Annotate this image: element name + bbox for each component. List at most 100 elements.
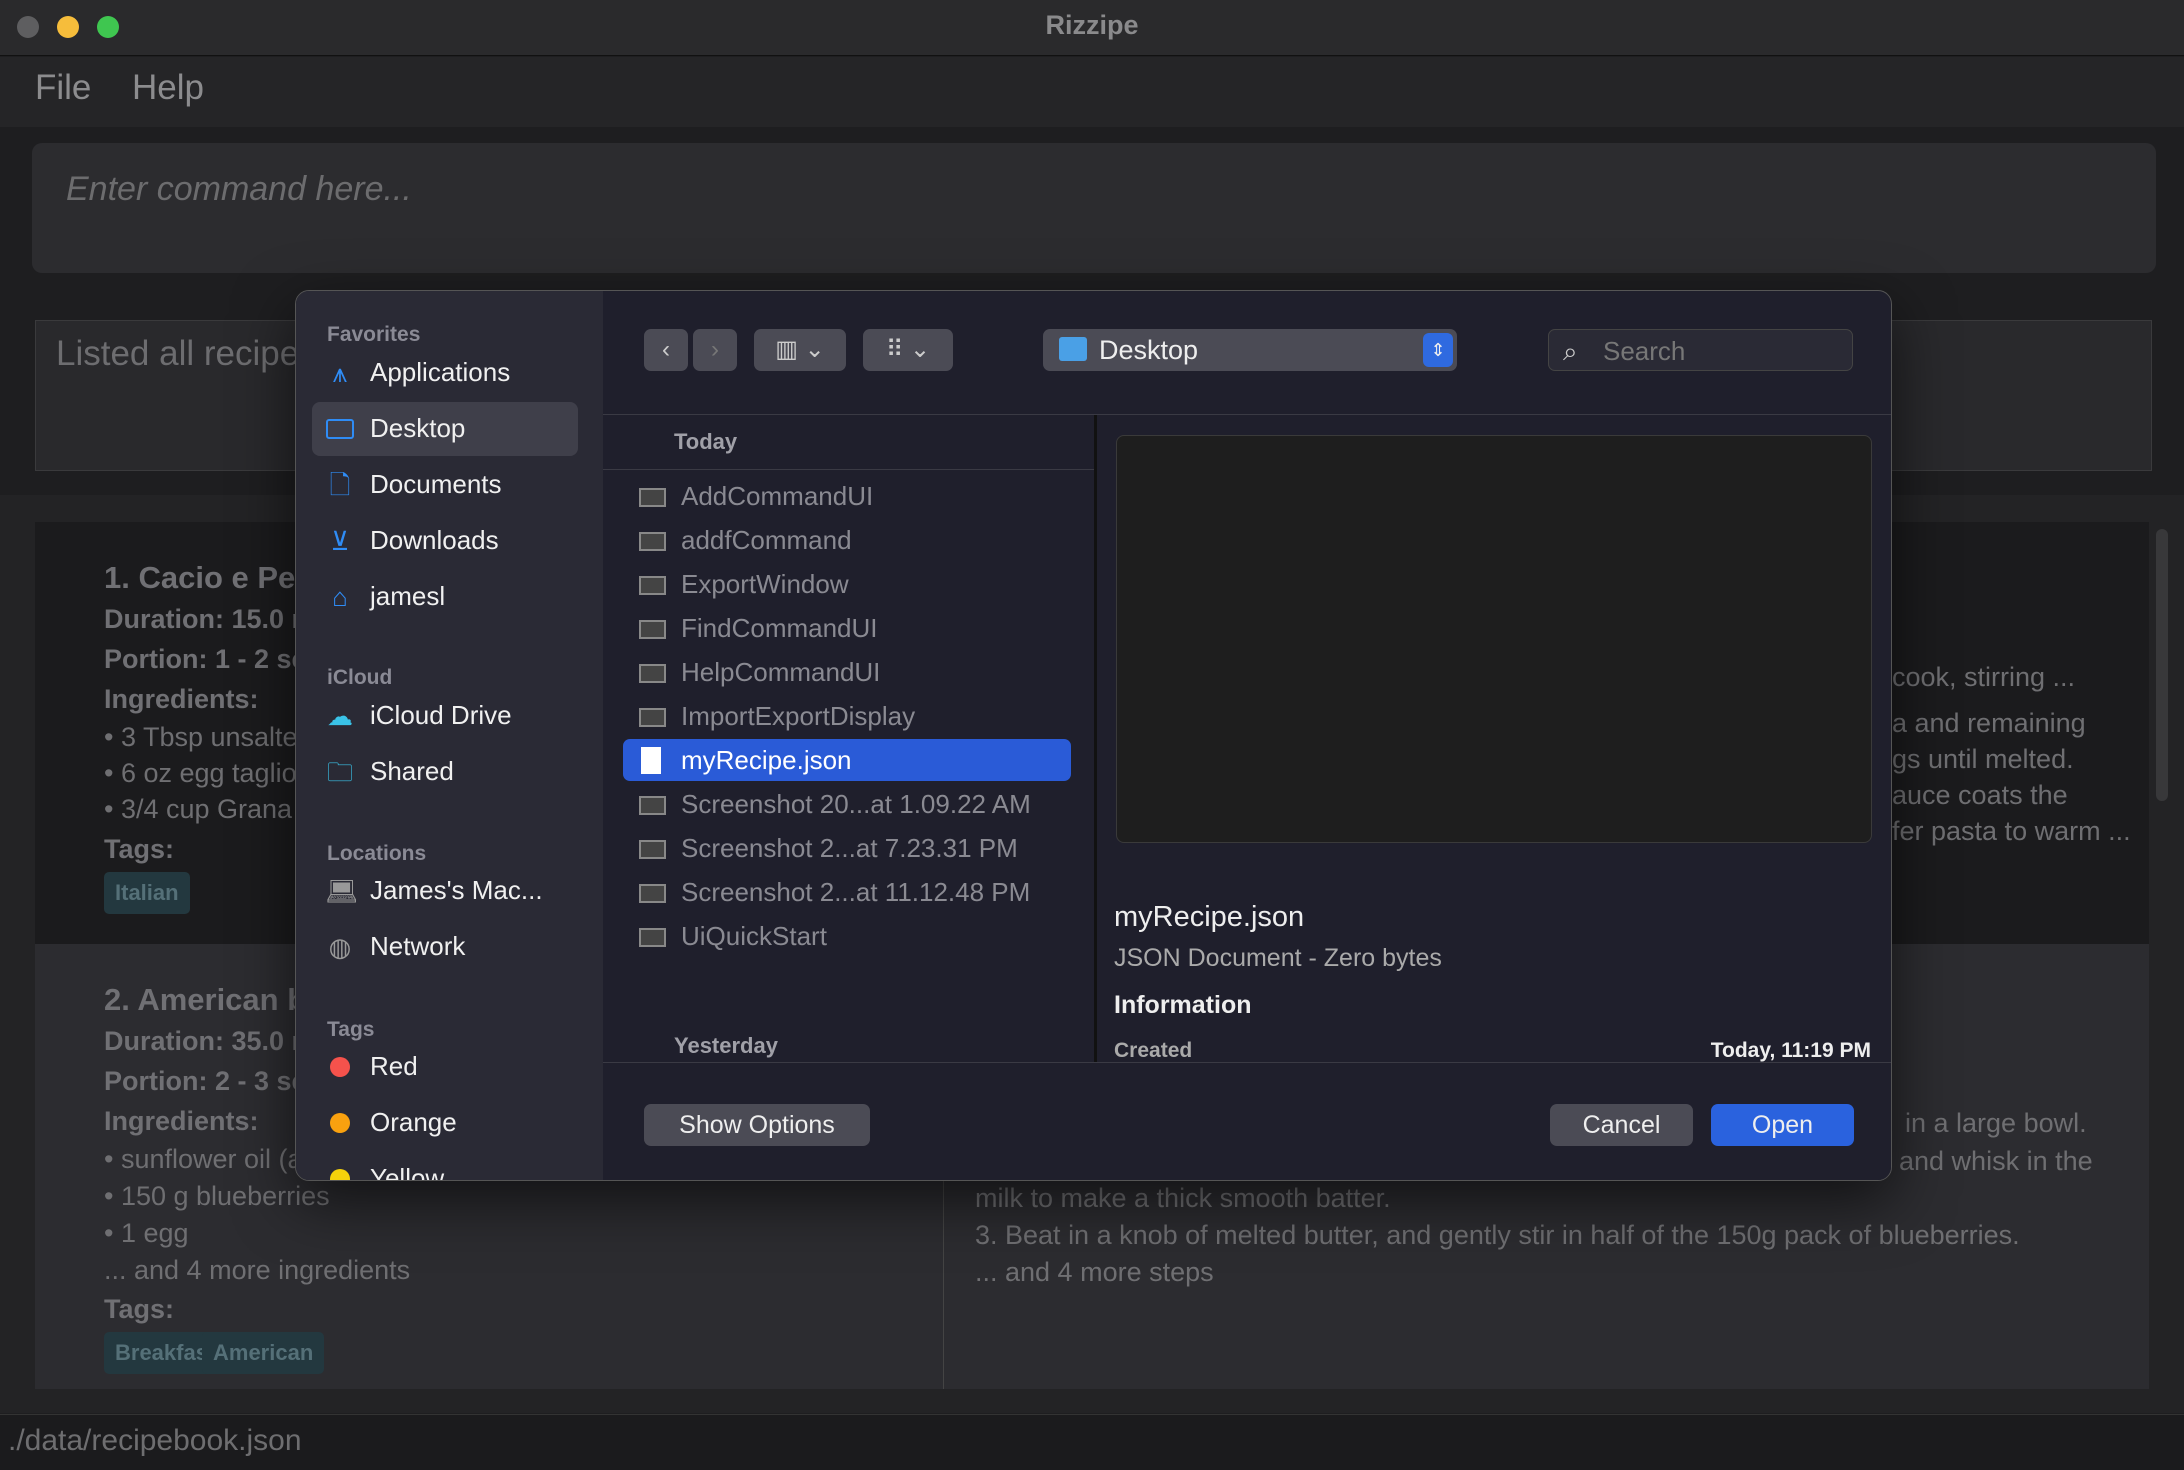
title-bar: Rizzipe: [0, 0, 2184, 56]
shared-folder-icon: 🗀: [326, 757, 353, 787]
file-row[interactable]: UiQuickStart: [623, 915, 1071, 957]
image-file-icon: [639, 664, 666, 683]
sidebar-item-home[interactable]: ⌂ jamesl: [312, 570, 578, 624]
chevron-updown-icon: ⇕: [1423, 333, 1453, 367]
command-placeholder: Enter command here...: [66, 170, 412, 208]
back-button[interactable]: ‹: [644, 329, 688, 371]
today-header: Today: [674, 429, 738, 454]
sidebar-tag-red[interactable]: Red: [312, 1040, 578, 1094]
search-input[interactable]: ⌕ Search: [1548, 329, 1853, 371]
forward-button[interactable]: ›: [693, 329, 737, 371]
cloud-icon: ☁: [327, 701, 353, 731]
step-text: in a large bowl.: [1905, 1108, 2087, 1138]
image-file-icon: [639, 576, 666, 595]
preview-thumbnail: [1116, 435, 1872, 843]
step-text: ... and 4 more steps: [975, 1257, 1214, 1287]
tags-header: Tags: [327, 1018, 375, 1041]
sidebar-item-documents[interactable]: 🗋 Documents: [312, 458, 578, 512]
step-text: auce coats the: [1892, 780, 2068, 810]
grid-icon: ⠿ ⌄: [885, 336, 931, 363]
created-value: Today, 11:19 PM: [1710, 1039, 1871, 1062]
file-row[interactable]: Screenshot 2...at 7.23.31 PM: [623, 827, 1071, 869]
image-file-icon: [639, 620, 666, 639]
tags-label: Tags:: [104, 1294, 175, 1324]
file-path: ./data/recipebook.json: [8, 1424, 302, 1457]
step-text: a and remaining: [1892, 708, 2086, 738]
file-row[interactable]: FindCommandUI: [623, 607, 1071, 649]
document-file-icon: [641, 747, 661, 774]
ingredients-label: Ingredients:: [104, 684, 259, 714]
applications-icon: ⩚: [332, 358, 348, 388]
file-row[interactable]: Screenshot 2...at 11.12.48 PM: [623, 871, 1071, 913]
more-ingredients: ... and 4 more ingredients: [104, 1255, 411, 1285]
group-button[interactable]: ⠿ ⌄: [863, 329, 953, 371]
image-file-icon: [639, 840, 666, 859]
show-options-button[interactable]: Show Options: [644, 1104, 870, 1146]
view-mode-button[interactable]: ▥ ⌄: [754, 329, 846, 371]
search-placeholder: Search: [1603, 336, 1686, 366]
file-row[interactable]: AddCommandUI: [623, 475, 1071, 517]
yellow-tag-icon: [325, 1164, 355, 1180]
tag: Italian: [104, 872, 190, 914]
sidebar-item-shared[interactable]: 🗀 Shared: [312, 745, 578, 799]
sidebar-item-downloads[interactable]: ⊻ Downloads: [312, 514, 578, 568]
sidebar-item-mac[interactable]: 💻︎ James's Mac...: [312, 864, 578, 918]
locations-header: Locations: [327, 842, 427, 865]
open-button[interactable]: Open: [1711, 1104, 1854, 1146]
menu-file[interactable]: File: [35, 68, 91, 108]
file-row[interactable]: Screenshot 20...at 1.09.22 AM: [623, 783, 1071, 825]
step-text: fer pasta to warm ...: [1892, 816, 2131, 846]
step-text: milk to make a thick smooth batter.: [975, 1183, 1391, 1213]
created-label: Created: [1114, 1039, 1193, 1062]
ingredient: • 150 g blueberries: [104, 1181, 330, 1211]
image-file-icon: [639, 884, 666, 903]
orange-tag-icon: [325, 1108, 355, 1138]
file-row[interactable]: addfCommand: [623, 519, 1071, 561]
menu-bar: [0, 57, 2184, 127]
image-file-icon: [639, 796, 666, 815]
step-text: and whisk in the: [1899, 1146, 2093, 1176]
file-row-selected[interactable]: myRecipe.json: [623, 739, 1071, 781]
location-label: Desktop: [1099, 335, 1199, 365]
recipe-duration: Duration: 35.0 mi: [104, 1026, 324, 1056]
scrollbar[interactable]: [2156, 529, 2168, 801]
file-row[interactable]: ExportWindow: [623, 563, 1071, 605]
ingredients-label: Ingredients:: [104, 1106, 259, 1136]
sidebar-tag-yellow[interactable]: Yellow: [312, 1152, 578, 1180]
download-icon: ⊻: [330, 526, 350, 556]
laptop-icon: 💻︎: [325, 876, 359, 906]
cancel-button[interactable]: Cancel: [1550, 1104, 1693, 1146]
step-text: cook, stirring ...: [1892, 662, 2076, 692]
step-text: gs until melted.: [1892, 744, 2074, 774]
open-file-dialog: Favorites ⩚ Applications Desktop 🗋 Documen…: [295, 290, 1892, 1181]
location-select[interactable]: Desktop ⇕: [1043, 329, 1457, 371]
ingredient: • 1 egg: [104, 1218, 189, 1248]
desktop-icon: [325, 414, 355, 444]
sidebar-item-icloud-drive[interactable]: ☁ iCloud Drive: [312, 689, 578, 743]
information-header: Information: [1114, 991, 1252, 1019]
preview-kind: JSON Document - Zero bytes: [1114, 944, 1442, 972]
recipe-title: 2. American bl: [104, 982, 315, 1017]
tags-label: Tags:: [104, 834, 175, 864]
document-icon: 🗋: [329, 470, 351, 500]
window-title: Rizzipe: [1045, 10, 1139, 40]
columns-icon: ▥ ⌄: [775, 336, 825, 363]
menu-help[interactable]: Help: [132, 68, 204, 108]
file-row[interactable]: HelpCommandUI: [623, 651, 1071, 693]
sidebar-item-desktop[interactable]: Desktop: [312, 402, 578, 456]
red-tag-icon: [325, 1052, 355, 1082]
sidebar-item-applications[interactable]: ⩚ Applications: [312, 346, 578, 400]
sidebar-tag-orange[interactable]: Orange: [312, 1096, 578, 1150]
home-icon: ⌂: [332, 582, 348, 612]
image-file-icon: [639, 488, 666, 507]
icloud-header: iCloud: [327, 666, 393, 689]
sidebar-item-network[interactable]: ◍ Network: [312, 920, 578, 974]
divider: [603, 469, 1094, 470]
preview-filename: myRecipe.json: [1114, 901, 1305, 933]
image-file-icon: [639, 708, 666, 727]
result-text: Listed all recipe: [56, 334, 300, 373]
folder-icon: [1059, 337, 1087, 361]
favorites-header: Favorites: [327, 323, 421, 346]
image-file-icon: [639, 532, 666, 551]
file-row[interactable]: ImportExportDisplay: [623, 695, 1071, 737]
